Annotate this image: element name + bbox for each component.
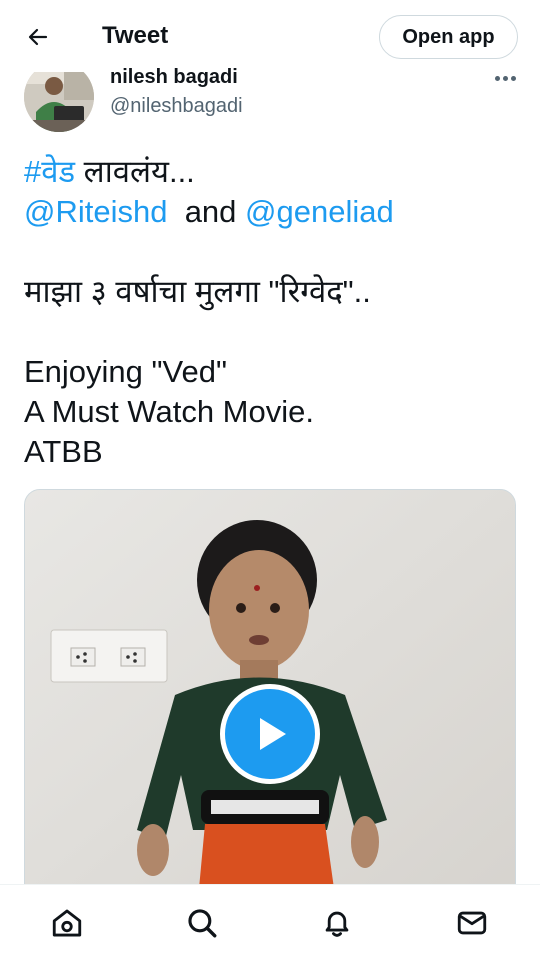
play-button[interactable] xyxy=(220,684,320,784)
more-horizontal-icon xyxy=(510,75,516,81)
tweet-text-fragment: and xyxy=(167,194,246,229)
top-bar: Tweet Open app xyxy=(0,0,540,72)
bottom-navigation xyxy=(0,884,540,960)
search-icon xyxy=(188,909,217,938)
tweet-line-4: Enjoying "Ved" xyxy=(24,354,227,389)
tweet-video[interactable] xyxy=(24,489,516,909)
home-icon xyxy=(52,909,82,937)
hashtag-link[interactable]: #वेड xyxy=(24,154,75,189)
tweet-text: #वेड लावलंय... @Riteishd and @geneliad म… xyxy=(24,152,524,472)
play-icon xyxy=(260,718,286,750)
mention-link[interactable]: @Riteishd xyxy=(24,194,167,229)
mail-icon xyxy=(457,911,487,935)
tweet-text-fragment: लावलंय... xyxy=(75,154,195,189)
tweet-line-6: ATBB xyxy=(24,434,103,469)
back-button[interactable] xyxy=(18,20,58,54)
author-display-name[interactable]: nilesh bagadi xyxy=(110,66,238,89)
nav-home[interactable] xyxy=(47,903,87,943)
tweet-line-2: @Riteishd and @geneliad xyxy=(24,192,524,232)
nav-notifications[interactable] xyxy=(317,903,357,943)
arrow-left-icon xyxy=(28,28,48,46)
more-horizontal-icon xyxy=(494,75,500,81)
nav-search[interactable] xyxy=(182,903,222,943)
mention-link[interactable]: @geneliad xyxy=(245,194,394,229)
open-app-button[interactable]: Open app xyxy=(379,15,518,59)
more-horizontal-icon xyxy=(502,75,508,81)
tweet-line-3: माझा ३ वर्षाचा मुलगा "रिग्वेद".. xyxy=(24,274,371,309)
bell-icon xyxy=(325,911,349,937)
page-title: Tweet xyxy=(102,22,169,49)
avatar[interactable] xyxy=(24,62,94,132)
avatar-photo xyxy=(24,62,94,132)
tweet-line-5: A Must Watch Movie. xyxy=(24,394,314,429)
nav-messages[interactable] xyxy=(452,903,492,943)
tweet-line-1: #वेड लावलंय... xyxy=(24,152,524,192)
author-handle[interactable]: @nileshbagadi xyxy=(110,95,243,118)
